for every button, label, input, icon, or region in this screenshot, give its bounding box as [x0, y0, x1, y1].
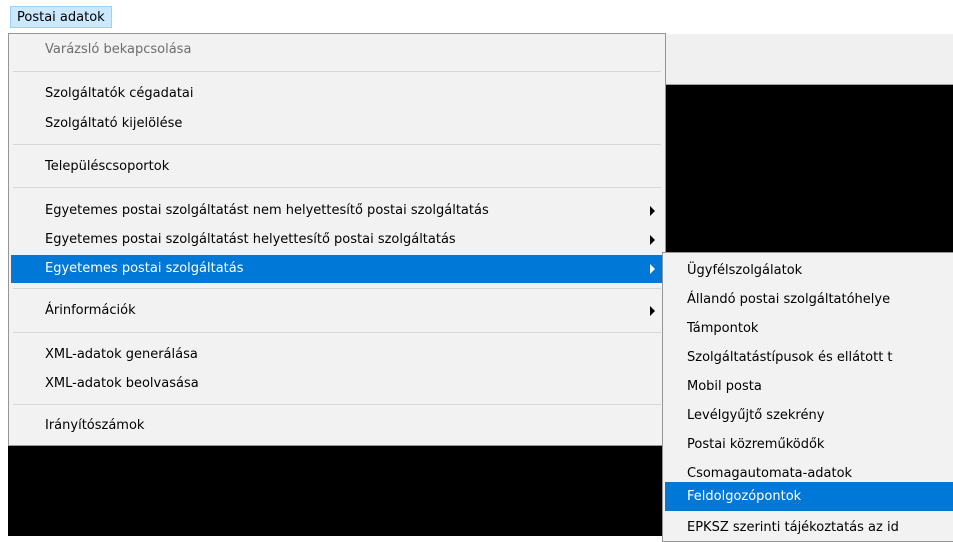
- menu-item-label: Feldolgozópontok: [687, 489, 802, 504]
- submenu-item-feldolgozopontok[interactable]: Feldolgozópontok: [665, 482, 953, 511]
- submenu-item-levelgyujto-szekreny[interactable]: Levélgyűjtő szekrény: [665, 401, 953, 430]
- submenu-item-szolgaltatastipusok[interactable]: Szolgáltatástípusok és ellátott t: [665, 343, 953, 372]
- menu-item-label: Irányítószámok: [45, 418, 145, 433]
- submenu-item-mobil-posta[interactable]: Mobil posta: [665, 372, 953, 401]
- menu-item-varazslo-bekapcsolasa: Varázsló bekapcsolása: [11, 37, 663, 63]
- menu-item-label: Egyetemes postai szolgáltatás: [45, 261, 244, 276]
- menu-item-label: Szolgáltatástípusok és ellátott t: [687, 350, 893, 365]
- menu-item-xml-adatok-generalasa[interactable]: XML-adatok generálása: [11, 342, 663, 368]
- submenu-item-allando-postai-szolgaltatohely[interactable]: Állandó postai szolgáltatóhelye: [665, 285, 953, 314]
- menu-item-label: Szolgáltatók cégadatai: [45, 86, 194, 101]
- menu-separator: [13, 404, 661, 405]
- menu-item-label: Településcsoportok: [45, 159, 170, 174]
- submenu-arrow-icon: [650, 306, 655, 316]
- submenu-item-postai-kozremukodok[interactable]: Postai közreműködők: [665, 430, 953, 459]
- menu-item-xml-adatok-beolvasasa[interactable]: XML-adatok beolvasása: [11, 371, 663, 397]
- menu-separator: [13, 71, 661, 72]
- menu-item-label: Varázsló bekapcsolása: [45, 42, 192, 57]
- submenu-item-ugyfelszolgalatok[interactable]: Ügyfélszolgálatok: [665, 256, 953, 285]
- menu-postai-adatok[interactable]: Postai adatok: [10, 6, 112, 28]
- menu-item-nem-helyettesito-szolgaltatas[interactable]: Egyetemes postai szolgáltatást nem helye…: [11, 198, 663, 224]
- menu-bar: Postai adatok: [0, 0, 953, 34]
- menu-item-label: Támpontok: [687, 321, 759, 336]
- menu-item-label: Egyetemes postai szolgáltatást helyettes…: [45, 232, 456, 247]
- menu-separator: [13, 144, 661, 145]
- menu-item-label: Ügyfélszolgálatok: [687, 263, 803, 278]
- menu-item-label: XML-adatok generálása: [45, 347, 198, 362]
- menu-separator: [13, 288, 661, 289]
- menu-item-label: Szolgáltató kijelölése: [45, 116, 183, 131]
- menu-item-label: Postai közreműködők: [687, 437, 825, 452]
- menu-item-telepulescsoportok[interactable]: Településcsoportok: [11, 154, 663, 180]
- submenu-arrow-icon: [650, 264, 655, 274]
- menu-item-szolgaltato-kijelolese[interactable]: Szolgáltató kijelölése: [11, 111, 663, 137]
- menu-item-label: Árinformációk: [45, 303, 136, 318]
- submenu-arrow-icon: [650, 206, 655, 216]
- background-window-content: [661, 85, 953, 252]
- menu-item-label: Állandó postai szolgáltatóhelye: [687, 292, 891, 307]
- postai-adatok-dropdown: Varázsló bekapcsolása Szolgáltatók cégad…: [8, 33, 666, 446]
- menu-item-label: Levélgyűjtő szekrény: [687, 408, 825, 423]
- menu-separator: [13, 332, 661, 333]
- menu-item-arinformaciok[interactable]: Árinformációk: [11, 298, 663, 324]
- menu-item-label: EPKSZ szerinti tájékoztatás az id: [687, 520, 899, 535]
- background-window-toolbar: [661, 34, 953, 85]
- submenu-item-epksz-tajekoztatas[interactable]: EPKSZ szerinti tájékoztatás az id: [665, 513, 953, 542]
- menu-item-egyetemes-postai-szolgaltatas[interactable]: Egyetemes postai szolgáltatás: [11, 255, 663, 283]
- menu-item-label: Egyetemes postai szolgáltatást nem helye…: [45, 203, 489, 218]
- menu-separator: [13, 187, 661, 188]
- menu-item-label: Mobil posta: [687, 379, 762, 394]
- menu-item-iranyitoszamok[interactable]: Irányítószámok: [11, 413, 663, 439]
- menu-item-label: XML-adatok beolvasása: [45, 376, 199, 391]
- submenu-item-tampontok[interactable]: Támpontok: [665, 314, 953, 343]
- background-window-content-lower: [8, 446, 662, 536]
- egyetemes-postai-szolgaltatas-submenu: Ügyfélszolgálatok Állandó postai szolgál…: [662, 252, 953, 542]
- menu-item-helyettesito-szolgaltatas[interactable]: Egyetemes postai szolgáltatást helyettes…: [11, 227, 663, 253]
- submenu-arrow-icon: [650, 235, 655, 245]
- menu-item-szolgaltatok-cegadatai[interactable]: Szolgáltatók cégadatai: [11, 81, 663, 107]
